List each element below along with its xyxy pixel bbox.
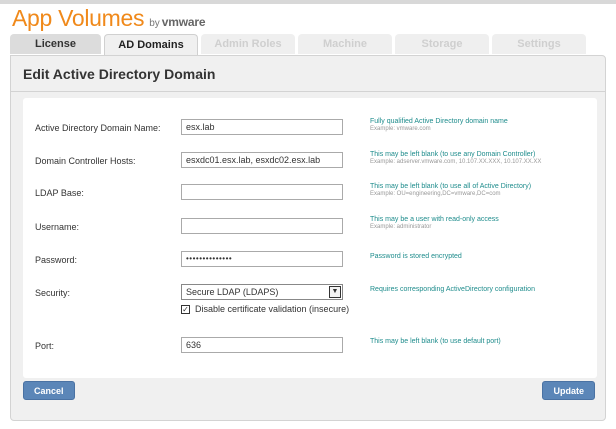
domain-name-input[interactable] [181,119,343,135]
tab-license[interactable]: License [10,34,101,54]
ldap-base-input[interactable] [181,184,343,200]
security-help: Requires corresponding ActiveDirectory c… [370,286,535,293]
security-label: Security: [35,288,71,298]
tab-machine-managers: Machine Managers [298,34,392,70]
username-help-text: This may be a user with read-only access [370,216,499,223]
redacted-username [183,219,225,233]
port-help-text: This may be left blank (to use default p… [370,338,501,345]
dc-hosts-example: Example: adserver.vmware.com, 10.107.XX.… [370,159,542,165]
username-example: Example: administrator [370,224,432,230]
password-help-text: Password is stored encrypted [370,253,462,260]
disable-cert-label: Disable certificate validation (insecure… [195,304,350,314]
security-selected: Secure LDAP (LDAPS) [186,287,279,297]
security-help-text: Requires corresponding ActiveDirectory c… [370,286,535,293]
top-border [0,0,616,4]
username-input[interactable] [181,218,343,234]
tab-settings: Settings [492,34,586,54]
ldap-base-help-text: This may be left blank (to use all of Ac… [370,183,532,190]
ldap-base-label: LDAP Base: [35,188,84,198]
disable-cert-checkbox[interactable]: ✓ [181,304,190,314]
password-input[interactable]: •••••••••••••• [181,251,343,267]
brand-name: App Volumes [12,5,145,31]
port-help: This may be left blank (to use default p… [370,338,501,345]
domain-form: Active Directory Domain Name: Fully qual… [23,98,597,378]
tab-storage: Storage [395,34,489,54]
dc-hosts-label: Domain Controller Hosts: [35,156,136,166]
tab-admin-roles: Admin Roles [201,34,295,54]
domain-name-help-text: Fully qualified Active Directory domain … [370,118,508,125]
brand-by: by [149,18,160,29]
dc-hosts-help: This may be left blank (to use any Domai… [370,151,541,165]
domain-name-help: Fully qualified Active Directory domain … [370,118,508,132]
username-help: This may be a user with read-only access… [370,216,499,230]
page-title: Edit Active Directory Domain [23,66,216,82]
chevron-down-icon[interactable]: ▼ [329,286,341,298]
domain-name-label: Active Directory Domain Name: [35,123,161,133]
ldap-base-example: Example: OU=engineering,DC=vmware,DC=com [370,191,501,197]
update-button[interactable]: Update [542,381,595,400]
username-label: Username: [35,222,80,232]
app-logo: App Volumes by vmware [12,5,205,35]
cancel-button[interactable]: Cancel [23,381,75,400]
tab-ad-domains[interactable]: AD Domains [104,34,198,56]
dc-hosts-input[interactable] [181,152,343,168]
port-input[interactable] [181,337,343,353]
password-label: Password: [35,255,78,265]
disable-cert-validation[interactable]: ✓ Disable certificate validation (insecu… [181,304,349,314]
edit-domain-panel: Edit Active Directory Domain Active Dire… [10,55,606,421]
ldap-base-help: This may be left blank (to use all of Ac… [370,183,531,197]
vmware-logo: vmware [161,15,206,29]
port-label: Port: [35,341,55,351]
domain-name-example: Example: vmware.com [370,126,431,132]
password-help: Password is stored encrypted [370,253,462,260]
title-divider [11,91,605,92]
security-select[interactable]: Secure LDAP (LDAPS) ▼ [181,284,343,300]
dc-hosts-help-text: This may be left blank (to use any Domai… [370,151,536,158]
tab-bar: License AD Domains Admin Roles Machine M… [10,34,589,70]
